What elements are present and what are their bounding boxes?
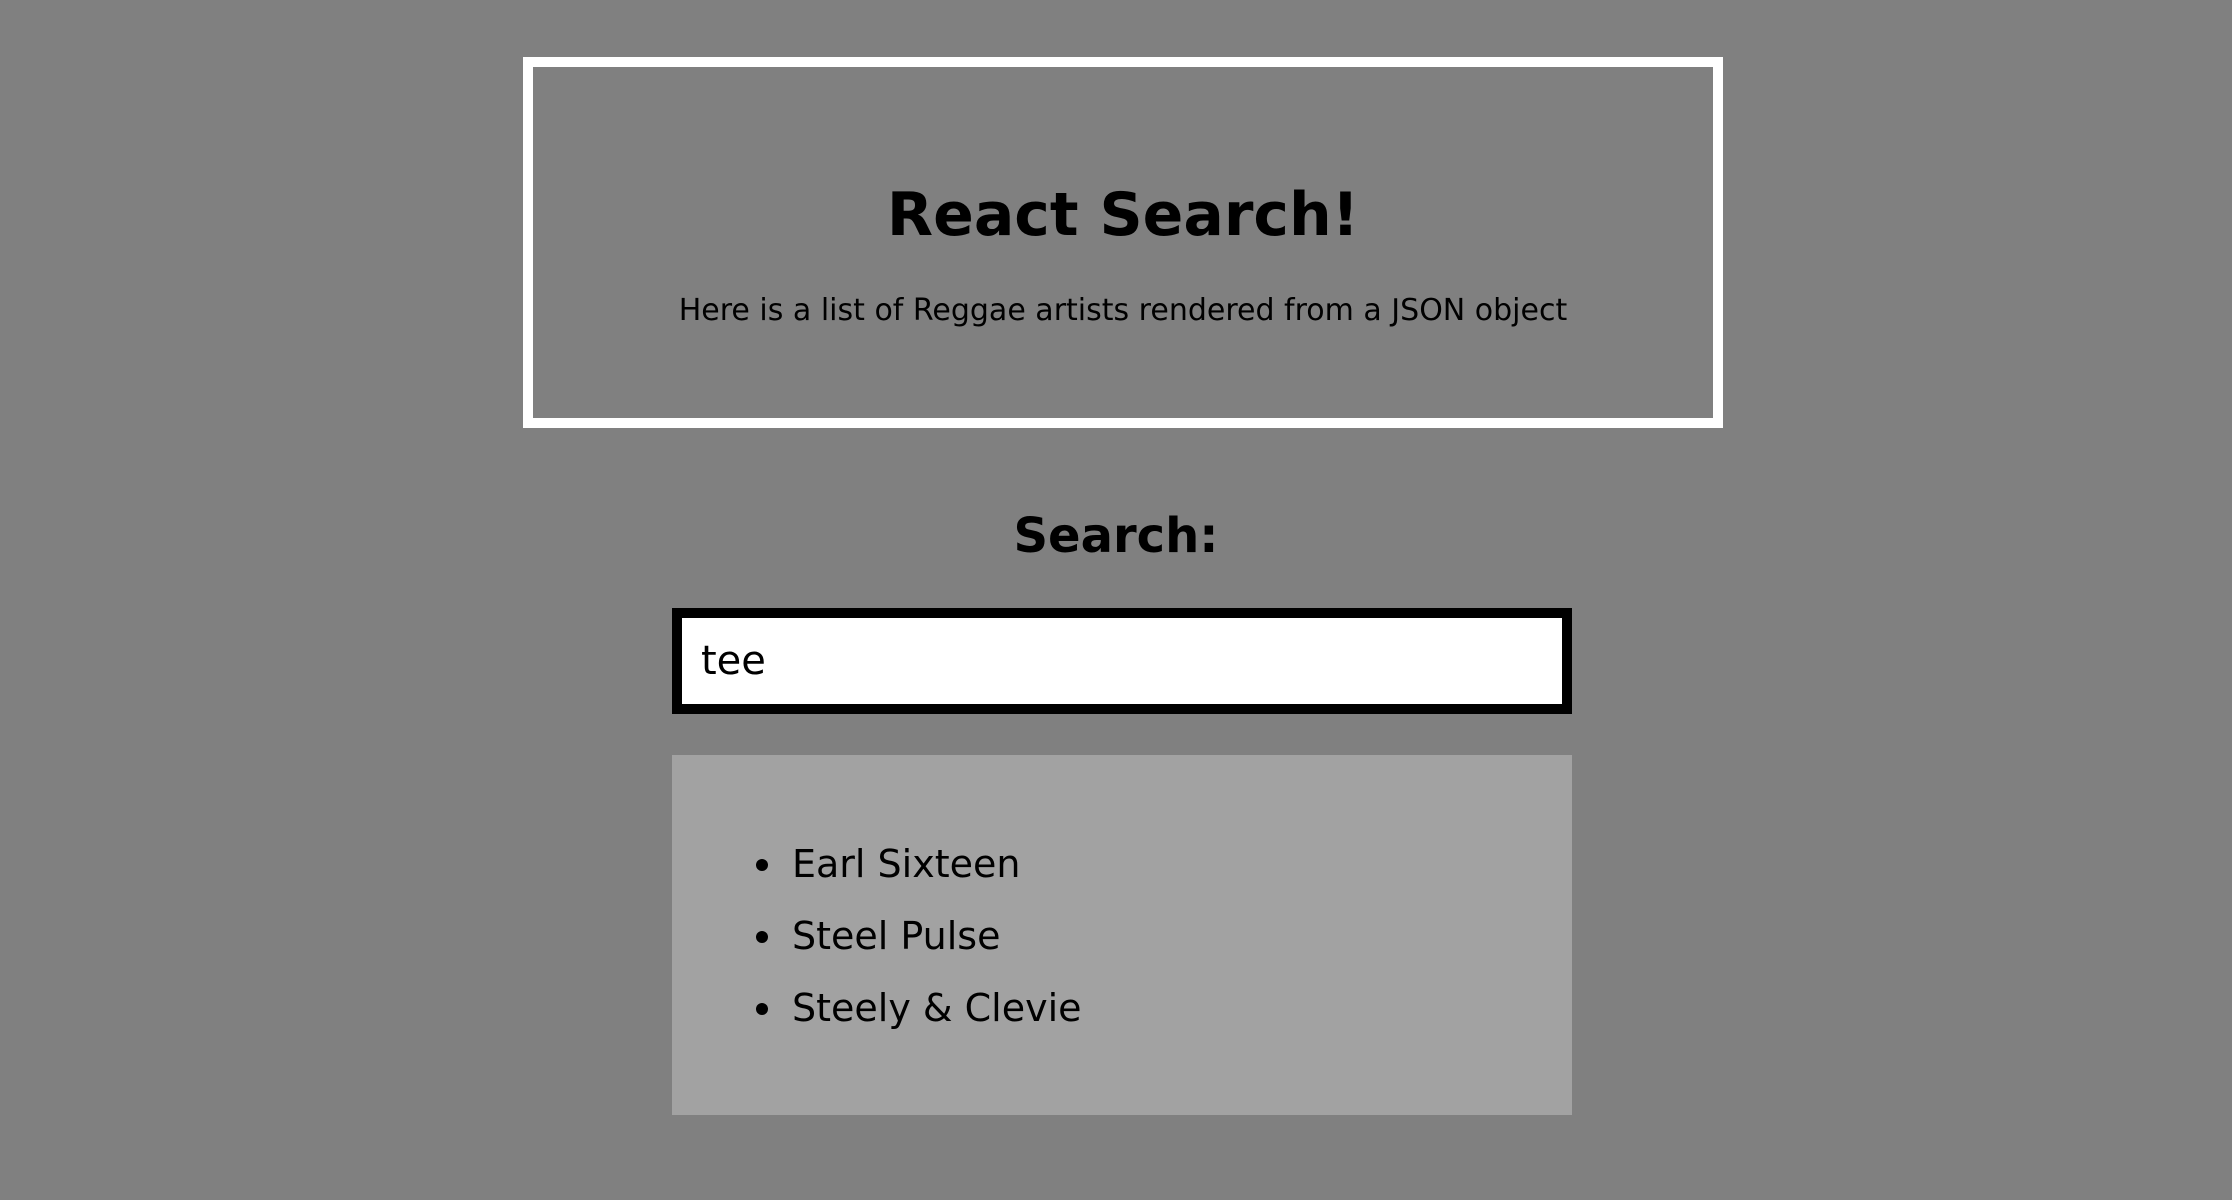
header-box: React Search! Here is a list of Reggae a… [523,57,1723,428]
bullet-icon [756,1003,768,1015]
list-item-label: Earl Sixteen [792,842,1021,886]
bullet-icon [756,859,768,871]
page-subtitle: Here is a list of Reggae artists rendere… [678,293,1568,328]
list-item-label: Steel Pulse [792,914,1001,958]
list-item: Steel Pulse [672,903,1082,975]
search-label: Search: [1013,508,1219,564]
list-item-label: Steely & Clevie [792,986,1082,1030]
results-panel: Earl Sixteen Steel Pulse Steely & Clevie [672,755,1572,1115]
list-item: Steely & Clevie [672,975,1082,1047]
page-title: React Search! [886,180,1360,250]
bullet-icon [756,931,768,943]
results-list: Earl Sixteen Steel Pulse Steely & Clevie [672,831,1082,1047]
list-item: Earl Sixteen [672,831,1082,903]
search-box [672,608,1572,714]
search-input[interactable] [682,618,1562,704]
